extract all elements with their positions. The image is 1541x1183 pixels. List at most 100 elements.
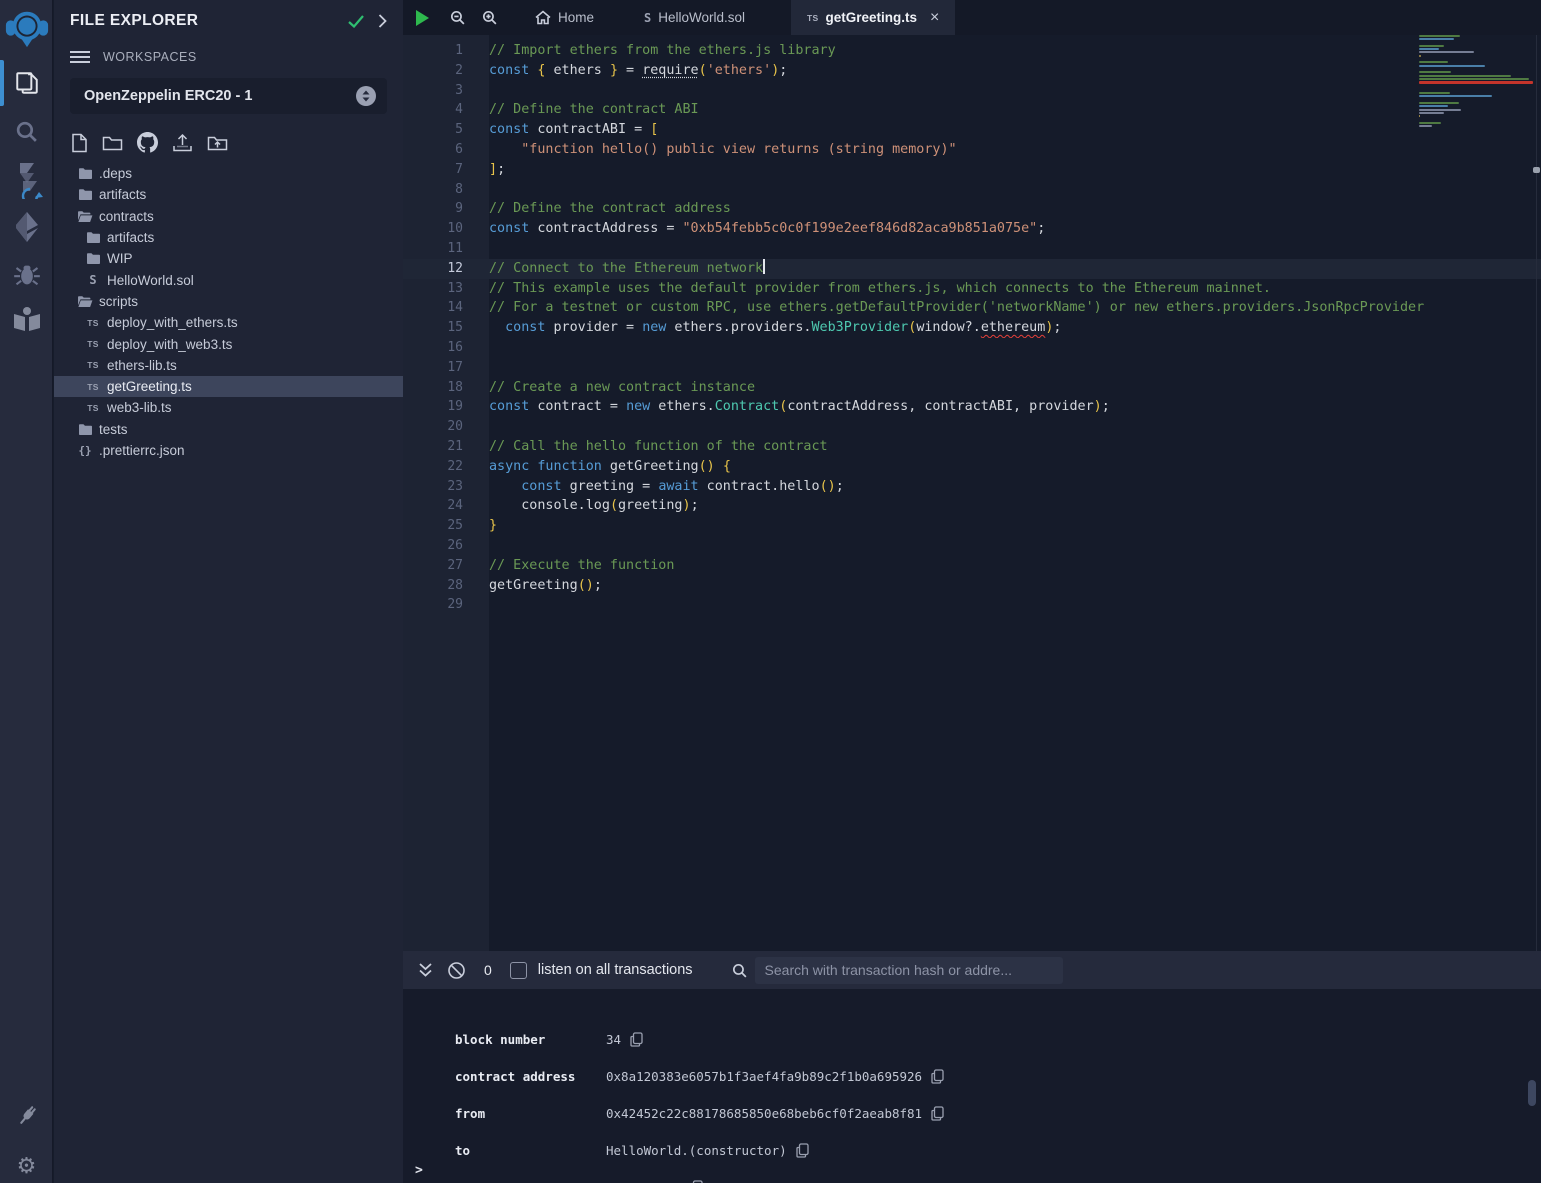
clear-console-icon[interactable] xyxy=(447,961,466,980)
code-line-7[interactable]: 7]; xyxy=(403,160,1541,180)
line-number[interactable]: 8 xyxy=(403,180,463,200)
code-line-25[interactable]: 25} xyxy=(403,516,1541,536)
line-number[interactable]: 19 xyxy=(403,397,463,417)
code-line-20[interactable]: 20 xyxy=(403,417,1541,437)
line-number[interactable]: 17 xyxy=(403,358,463,378)
check-icon[interactable] xyxy=(348,15,364,28)
code-line-13[interactable]: 13// This example uses the default provi… xyxy=(403,279,1541,299)
code-line-3[interactable]: 3 xyxy=(403,81,1541,101)
code-line-10[interactable]: 10const contractAddress = "0xb54febb5c0c… xyxy=(403,219,1541,239)
zoom-out-icon[interactable] xyxy=(441,0,473,35)
remix-logo[interactable] xyxy=(0,3,53,53)
listen-all-transactions-checkbox[interactable] xyxy=(510,962,527,979)
code-content[interactable]: 1// Import ethers from the ethers.js lib… xyxy=(403,41,1541,615)
new-file-icon[interactable] xyxy=(71,133,88,153)
upload-file-icon[interactable] xyxy=(172,133,193,153)
file-row-ethers-lib-ts[interactable]: TSethers-lib.ts xyxy=(54,355,403,376)
file-row-web3-lib-ts[interactable]: TSweb3-lib.ts xyxy=(54,397,403,418)
chevron-right-icon[interactable] xyxy=(378,14,387,28)
tab-home[interactable]: Home xyxy=(519,0,610,35)
code-line-9[interactable]: 9// Define the contract address xyxy=(403,199,1541,219)
copy-icon[interactable] xyxy=(931,1069,944,1084)
code-line-26[interactable]: 26 xyxy=(403,536,1541,556)
file-row-helloworld-sol[interactable]: SHelloWorld.sol xyxy=(54,269,403,290)
copy-icon[interactable] xyxy=(931,1106,944,1121)
code-line-5[interactable]: 5const contractABI = [ xyxy=(403,120,1541,140)
line-number[interactable]: 23 xyxy=(403,477,463,497)
file-row-contracts[interactable]: contracts xyxy=(54,206,403,227)
code-line-29[interactable]: 29 xyxy=(403,595,1541,615)
code-line-17[interactable]: 17 xyxy=(403,358,1541,378)
zoom-in-icon[interactable] xyxy=(473,0,505,35)
upload-folder-icon[interactable] xyxy=(207,134,228,152)
debugger-icon[interactable] xyxy=(0,258,53,292)
tab-getgreeting-ts[interactable]: TS getGreeting.ts × xyxy=(791,0,955,35)
file-row--prettierrc-json[interactable]: {}.prettierrc.json xyxy=(54,440,403,461)
file-row-deploy-with-web3-ts[interactable]: TSdeploy_with_web3.ts xyxy=(54,333,403,354)
file-row-deploy-with-ethers-ts[interactable]: TSdeploy_with_ethers.ts xyxy=(54,312,403,333)
line-number[interactable]: 28 xyxy=(403,576,463,596)
line-number[interactable]: 16 xyxy=(403,338,463,358)
copy-icon[interactable] xyxy=(630,1032,643,1047)
line-number[interactable]: 25 xyxy=(403,516,463,536)
learneth-icon[interactable] xyxy=(0,301,53,337)
line-number[interactable]: 27 xyxy=(403,556,463,576)
run-script-button[interactable] xyxy=(403,0,441,35)
line-number[interactable]: 6 xyxy=(403,140,463,160)
new-folder-icon[interactable] xyxy=(102,134,123,152)
line-number[interactable]: 26 xyxy=(403,536,463,556)
file-row-artifacts[interactable]: artifacts xyxy=(54,184,403,205)
code-line-19[interactable]: 19const contract = new ethers.Contract(c… xyxy=(403,397,1541,417)
line-number[interactable]: 12 xyxy=(403,259,463,279)
workspace-select[interactable]: OpenZeppelin ERC20 - 1 xyxy=(70,78,387,114)
code-line-28[interactable]: 28getGreeting(); xyxy=(403,576,1541,596)
workspace-dropdown-icon[interactable] xyxy=(355,85,377,107)
line-number[interactable]: 14 xyxy=(403,298,463,318)
code-line-15[interactable]: 15 const provider = new ethers.providers… xyxy=(403,318,1541,338)
line-number[interactable]: 2 xyxy=(403,61,463,81)
file-row-scripts[interactable]: scripts xyxy=(54,291,403,312)
code-line-14[interactable]: 14// For a testnet or custom RPC, use et… xyxy=(403,298,1541,318)
line-number[interactable]: 4 xyxy=(403,100,463,120)
code-line-4[interactable]: 4// Define the contract ABI xyxy=(403,100,1541,120)
code-line-11[interactable]: 11 xyxy=(403,239,1541,259)
line-number[interactable]: 5 xyxy=(403,120,463,140)
terminal-search-input[interactable] xyxy=(755,957,1063,984)
copy-icon[interactable] xyxy=(796,1143,809,1158)
search-icon[interactable] xyxy=(0,114,53,148)
line-number[interactable]: 3 xyxy=(403,81,463,101)
collapse-terminal-icon[interactable] xyxy=(418,962,433,978)
line-number[interactable]: 20 xyxy=(403,417,463,437)
file-row--deps[interactable]: .deps xyxy=(54,163,403,184)
file-row-getgreeting-ts[interactable]: TSgetGreeting.ts xyxy=(54,376,403,397)
line-number[interactable]: 1 xyxy=(403,41,463,61)
code-editor[interactable]: 1// Import ethers from the ethers.js lib… xyxy=(403,35,1541,951)
code-line-12[interactable]: 12// Connect to the Ethereum network xyxy=(403,259,1541,279)
file-row-artifacts[interactable]: artifacts xyxy=(54,227,403,248)
code-line-21[interactable]: 21// Call the hello function of the cont… xyxy=(403,437,1541,457)
terminal-scrollbar-thumb[interactable] xyxy=(1528,1080,1536,1106)
editor-minimap[interactable] xyxy=(1419,35,1533,175)
line-number[interactable]: 13 xyxy=(403,279,463,299)
hamburger-menu-icon[interactable] xyxy=(70,50,90,64)
code-line-2[interactable]: 2const { ethers } = require('ethers'); xyxy=(403,61,1541,81)
solidity-compiler-icon[interactable] xyxy=(0,158,53,200)
line-number[interactable]: 22 xyxy=(403,457,463,477)
line-number[interactable]: 10 xyxy=(403,219,463,239)
line-number[interactable]: 18 xyxy=(403,378,463,398)
terminal-prompt[interactable]: > xyxy=(415,1163,423,1178)
listen-all-transactions-label[interactable]: listen on all transactions xyxy=(538,962,693,978)
settings-icon[interactable]: ⚙ xyxy=(0,1148,53,1183)
line-number[interactable]: 7 xyxy=(403,160,463,180)
code-line-6[interactable]: 6 "function hello() public view returns … xyxy=(403,140,1541,160)
file-explorer-icon[interactable] xyxy=(0,64,53,102)
file-row-tests[interactable]: tests xyxy=(54,419,403,440)
line-number[interactable]: 15 xyxy=(403,318,463,338)
plugin-manager-icon[interactable] xyxy=(0,1098,53,1134)
deploy-and-run-icon[interactable] xyxy=(0,209,53,245)
line-number[interactable]: 9 xyxy=(403,199,463,219)
file-row-wip[interactable]: WIP xyxy=(54,248,403,269)
line-number[interactable]: 29 xyxy=(403,595,463,615)
tab-close-icon[interactable]: × xyxy=(930,9,939,27)
code-line-16[interactable]: 16 xyxy=(403,338,1541,358)
